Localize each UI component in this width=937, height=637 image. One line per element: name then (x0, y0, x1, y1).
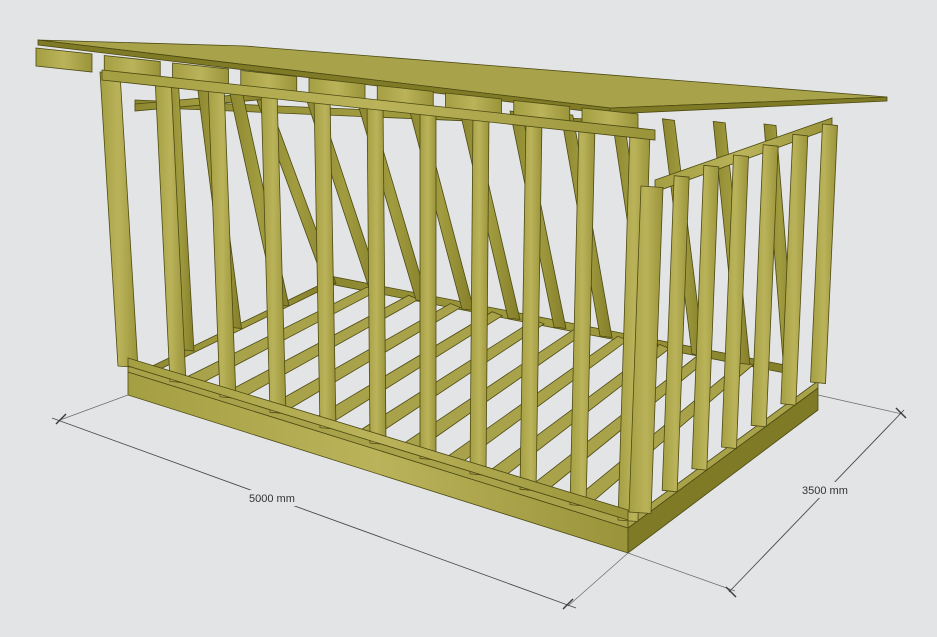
length-dimension-label: 5000 mm (249, 493, 295, 505)
front-wall-stud (469, 112, 490, 476)
shed-frame-diagram: 5000 mm 3500 mm (35, 39, 907, 610)
front-wall-stud (207, 83, 237, 399)
right-wall-stud (810, 123, 838, 384)
front-wall-stud (99, 71, 139, 368)
front-wall-stud (419, 106, 437, 461)
right-wall-stud (661, 175, 690, 493)
depth-dimension-label: 3500 mm (802, 485, 848, 497)
front-wall-stud (366, 100, 387, 445)
right-wall-stud (750, 144, 779, 428)
roof-rafter-end (35, 47, 93, 73)
